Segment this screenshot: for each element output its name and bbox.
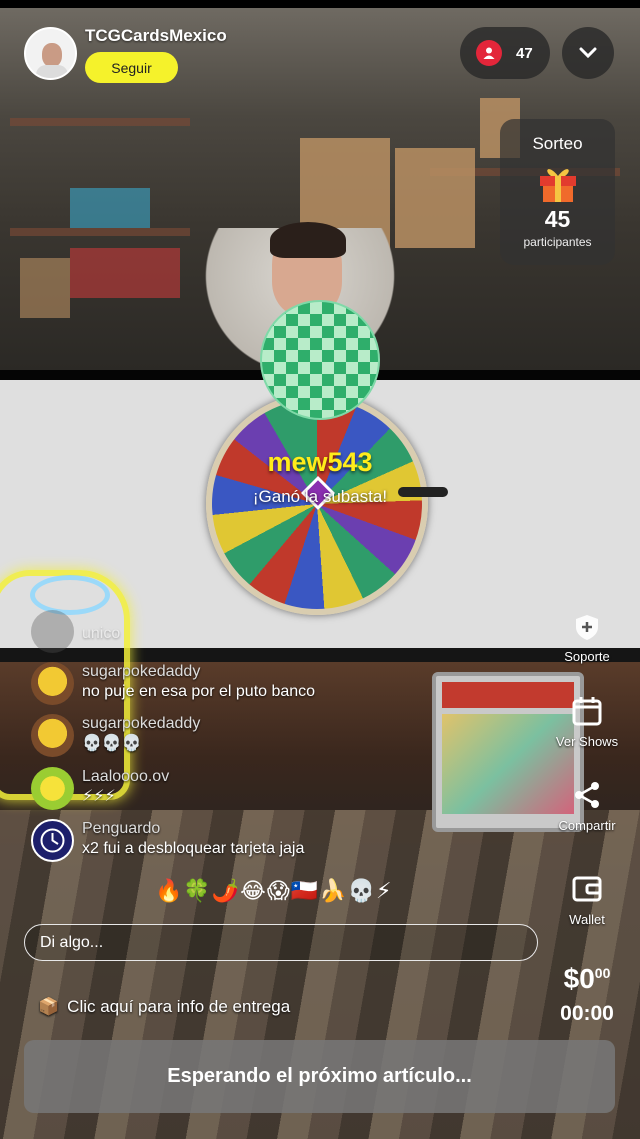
wallet-label: Wallet xyxy=(569,912,605,927)
chat-avatar xyxy=(31,610,74,653)
wallet-button[interactable]: Wallet xyxy=(540,873,634,929)
chat-message: Penguardo x2 fui a desbloquear tarjeta j… xyxy=(31,819,304,862)
winner-message: ¡Ganó la subasta! xyxy=(252,487,388,506)
raffle-title: Sorteo xyxy=(532,134,583,153)
calendar-icon xyxy=(572,697,602,726)
delivery-info-link[interactable]: 📦 Clic aquí para info de entrega xyxy=(38,997,290,1017)
chat-message: unico xyxy=(31,610,120,653)
chat-message-text: unico xyxy=(82,625,121,642)
chat-username[interactable]: Penguardo xyxy=(82,819,304,839)
viewer-count-value: 47 xyxy=(516,44,533,62)
chevron-down-icon xyxy=(579,47,597,59)
chat-message: Laaloooo.ov ⚡⚡⚡ xyxy=(31,767,169,810)
host-name[interactable]: TCGCardsMexico xyxy=(85,26,227,46)
chat-message: sugarpokedaddy 💀💀💀 xyxy=(31,714,200,757)
chat-username[interactable]: sugarpokedaddy xyxy=(82,714,200,734)
raffle-label: participantes xyxy=(523,235,592,249)
winner-avatar xyxy=(260,300,380,420)
chat-avatar xyxy=(31,819,74,862)
gift-icon xyxy=(537,162,579,202)
raffle-count: 45 xyxy=(544,206,571,232)
waiting-next-item-button[interactable]: Esperando el próximo artículo... xyxy=(24,1040,615,1113)
delivery-info-label: Clic aquí para info de entrega xyxy=(67,997,291,1016)
current-price: $000 xyxy=(563,963,611,994)
emoji-reaction-bar[interactable]: 🔥🍀🌶️😂😱🇨🇱🍌💀⚡ xyxy=(155,878,392,904)
chat-message-text: x2 fui a desbloquear tarjeta jaja xyxy=(82,840,305,857)
share-icon xyxy=(575,782,599,808)
shield-icon xyxy=(576,615,598,640)
person-icon xyxy=(476,40,502,66)
follow-button[interactable]: Seguir xyxy=(85,52,178,83)
chat-message: sugarpokedaddy no puje en esa por el put… xyxy=(31,662,315,705)
support-button[interactable]: Soporte xyxy=(540,612,634,666)
auction-timer: 00:00 xyxy=(560,1002,614,1025)
share-label: Compartir xyxy=(558,818,616,833)
collapse-button[interactable] xyxy=(562,27,614,79)
chat-username[interactable]: Laaloooo.ov xyxy=(82,767,169,787)
host-avatar[interactable] xyxy=(24,27,77,80)
chat-avatar xyxy=(31,767,74,810)
chat-message-text: 💀💀💀 xyxy=(82,735,142,752)
chat-username[interactable]: sugarpokedaddy xyxy=(82,662,315,682)
chat-avatar xyxy=(31,714,74,757)
wallet-icon xyxy=(572,876,602,902)
raffle-panel[interactable]: Sorteo 45 participantes xyxy=(500,119,615,265)
chat-avatar xyxy=(31,662,74,705)
chat-message-text: no puje en esa por el puto banco xyxy=(82,683,316,700)
viewer-count[interactable]: 47 xyxy=(460,27,550,79)
package-icon: 📦 xyxy=(38,997,60,1016)
chat-input[interactable]: Di algo... xyxy=(24,924,538,961)
shows-label: Ver Shows xyxy=(555,734,619,749)
support-label: Soporte xyxy=(564,649,610,664)
winner-name: mew543 xyxy=(267,447,373,477)
shows-button[interactable]: Ver Shows xyxy=(540,695,634,751)
chat-message-text: ⚡⚡⚡ xyxy=(82,788,116,805)
share-button[interactable]: Compartir xyxy=(540,779,634,835)
